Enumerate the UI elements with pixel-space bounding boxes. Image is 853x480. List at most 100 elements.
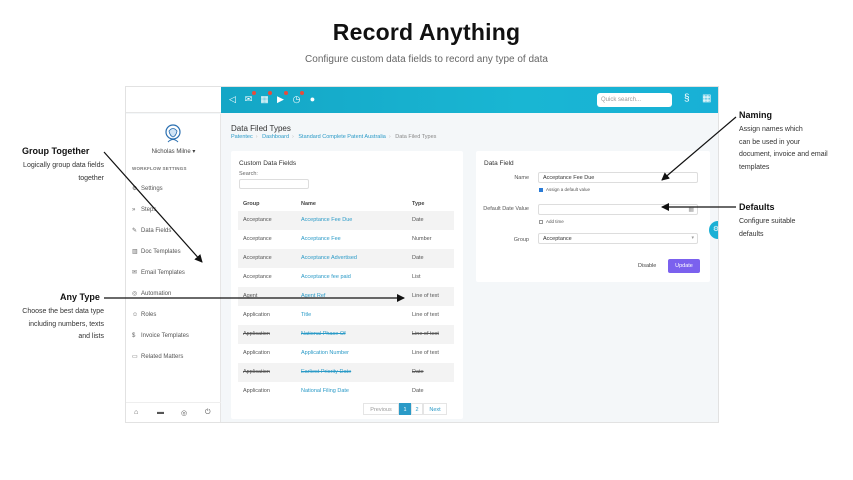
cell-name-link[interactable]: Acceptance Fee Due [301,217,352,223]
annotation-line: defaults [739,230,764,238]
assign-default-checkbox[interactable]: Assign a default value [539,187,590,192]
cell-name-link[interactable]: Acceptance fee paid [301,274,351,280]
panel-title: Custom Data Fields [239,160,297,167]
user-name[interactable]: Nicholas Milne ▾ [126,148,221,155]
sidebar-item-roles[interactable]: ☺ Roles [132,310,216,320]
cell-name-link[interactable]: Title [301,312,311,318]
help-icon[interactable]: ◎ [181,409,187,417]
sidebar-item-steps[interactable]: » Steps [132,205,216,215]
cell-name-link[interactable]: National Phase Of [301,331,346,337]
section-label: WORKFLOW SETTINGS [132,166,187,171]
column-header-type[interactable]: Type [412,201,424,207]
sidebar-item-related-matters[interactable]: ▭ Related Matters [132,352,216,362]
table-row[interactable]: Acceptance Acceptance Advertised Date [238,249,454,268]
cell-name-link[interactable]: Acceptance Advertised [301,255,357,261]
cell-group: Agent [243,293,258,299]
group-select-value: Acceptance [543,236,572,242]
table-row[interactable]: Acceptance Acceptance Fee Due Date [238,211,454,230]
table-row[interactable]: Application National Phase Of Line of text [238,325,454,344]
add-time-checkbox[interactable]: Add time [539,219,564,224]
cell-name-link[interactable]: Earliest Priority Date [301,369,351,375]
cell-group: Application [243,369,270,375]
pagination-page-2[interactable]: 2 [411,403,423,415]
sidebar: Nicholas Milne ▾ WORKFLOW SETTINGS ⚙ Sett… [126,114,221,422]
search-input[interactable] [239,179,309,189]
clock-icon[interactable]: ◷ [291,91,304,105]
breadcrumb-current: Data Filed Types [395,134,437,140]
book-icon: ▥ [132,249,138,255]
pagination-previous[interactable]: Previous [363,403,399,415]
data-field-panel: Data Field Name Acceptance Fee Due Assig… [476,151,710,282]
table-row[interactable]: Acceptance Acceptance fee paid List [238,268,454,287]
back-icon[interactable]: ◁ [227,94,238,105]
pagination-next[interactable]: Next [423,403,447,415]
sidebar-item-email-templates[interactable]: ✉ Email Templates [132,268,216,278]
group-select[interactable]: Acceptance ▾ [538,233,698,244]
update-button[interactable]: Update [668,259,700,273]
annotation-line: templates [739,163,770,171]
user-icon[interactable]: ● [307,94,318,105]
cell-type: Line of text [412,350,439,356]
dollar-icon: $ [132,333,136,339]
column-header-group[interactable]: Group [243,201,260,207]
sidebar-item-doc-templates[interactable]: ▥ Doc Templates [132,247,216,257]
automation-icon: ◎ [132,291,138,297]
cell-type: Line of text [412,312,439,318]
cell-name-link[interactable]: Agent Ref [301,293,325,299]
quick-search-input[interactable]: Quick search... [597,93,672,107]
cell-name-link[interactable]: Acceptance Fee [301,236,341,242]
brand-logo-icon: § [684,93,690,104]
sidebar-item-data-fields[interactable]: ✎ Data Fields [132,226,216,236]
name-label: Name [514,175,529,181]
play-icon[interactable]: ▶ [275,91,288,105]
disable-button[interactable]: Disable [638,263,656,269]
cell-type: Date [412,217,424,223]
sidebar-item-automation[interactable]: ◎ Automation [132,289,216,299]
table-row[interactable]: Application Title Line of text [238,306,454,325]
power-icon[interactable]: ⏻ [205,409,211,417]
hero-title: Record Anything [332,19,521,45]
card-icon[interactable]: ▬ [157,409,164,416]
breadcrumb-item[interactable]: Dashboard [262,134,289,140]
settings-gear-icon[interactable]: ⚙ [709,221,718,239]
calendar-icon[interactable]: ▦ [688,206,694,213]
sidebar-item-settings[interactable]: ⚙ Settings [132,184,216,194]
hero-subtitle: Configure custom data fields to record a… [305,54,548,65]
annotation-naming-text: Assign names which can be used in your d… [739,124,849,174]
search-label: Search: [239,171,258,177]
bank-icon[interactable]: ⌂ [134,409,138,416]
table-row[interactable]: Application Earliest Priority Date Date [238,363,454,382]
column-header-name[interactable]: Name [301,201,316,207]
annotation-group-title: Group Together [22,146,90,156]
annotation-line: document, invoice and email [739,151,828,158]
cell-group: Application [243,312,270,318]
cell-name-link[interactable]: National Filing Date [301,388,349,394]
group-label: Group [513,237,529,243]
cell-name-link[interactable]: Application Number [301,350,349,356]
checkbox-unchecked[interactable] [539,219,543,224]
sidebar-item-invoice-templates[interactable]: $ Invoice Templates [132,331,216,341]
checkbox-label: Add time [546,219,564,224]
mail-icon[interactable]: ✉ [243,91,256,105]
table-row[interactable]: Agent Agent Ref Line of text [238,287,454,306]
table-row[interactable]: Application Application Number Line of tex… [238,344,454,363]
cell-group: Acceptance [243,217,272,223]
table-row[interactable]: Application National Filing Date Date [238,382,454,401]
sidebar-item-label: Automation [141,291,172,297]
breadcrumb-item[interactable]: Standard Complete Patent Australia [298,134,385,140]
annotation-line: Logically group data fields [23,162,104,169]
default-date-input[interactable]: ▦ [538,204,698,215]
sidebar-item-label: Roles [141,312,157,318]
calendar-icon[interactable]: ▦ [259,91,272,105]
avatar[interactable] [164,124,182,144]
annotation-line: together [78,174,104,182]
breadcrumb-item[interactable]: Patentec [231,134,253,140]
name-input[interactable]: Acceptance Fee Due [538,172,698,183]
checkbox-checked[interactable] [539,187,543,192]
apps-grid-icon[interactable]: ▦ [702,93,711,104]
table-row[interactable]: Acceptance Acceptance Fee Number [238,230,454,249]
panel-title: Data Field [484,160,514,167]
pagination-page-1[interactable]: 1 [399,403,411,415]
annotation-defaults-text: Configure suitable defaults [739,216,839,241]
custom-fields-panel: Custom Data Fields Search: Group Name Ty… [231,151,463,419]
